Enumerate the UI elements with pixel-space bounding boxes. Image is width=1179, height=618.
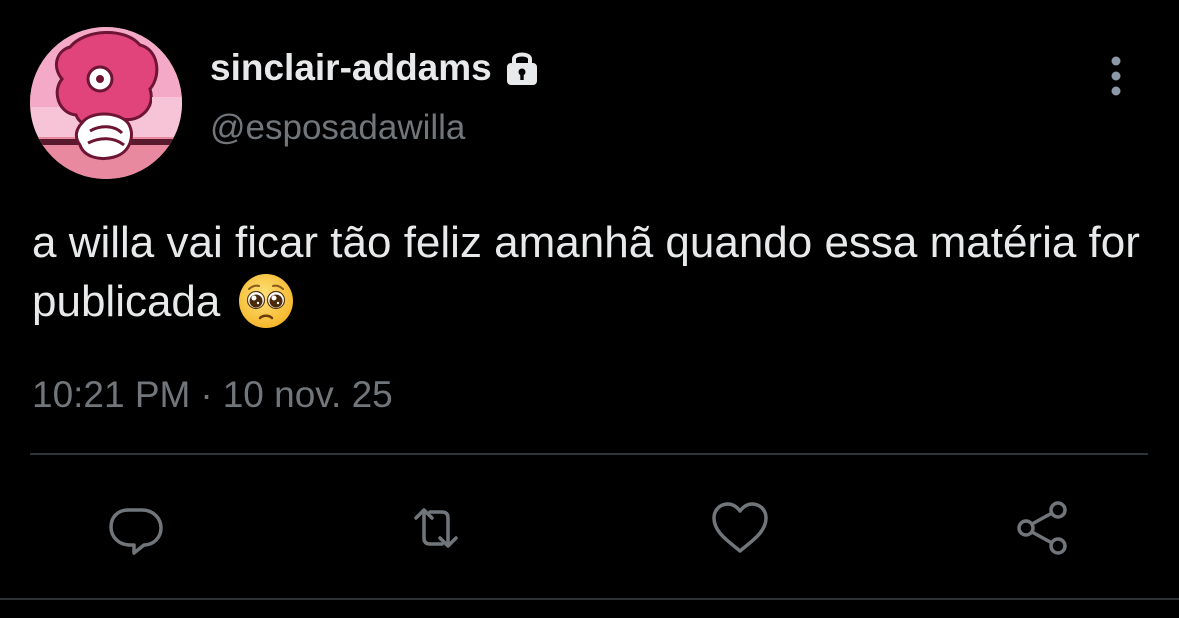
pleading-face-emoji — [237, 272, 295, 330]
action-bar — [0, 490, 1179, 560]
avatar[interactable] — [30, 27, 182, 179]
meta-separator: · — [200, 374, 213, 415]
tweet-text: a willa vai ficar tão feliz amanhã quand… — [32, 214, 1142, 331]
user-handle[interactable]: @esposadawilla — [210, 108, 465, 148]
tweet-text-content: a willa vai ficar tão feliz amanhã quand… — [32, 218, 1140, 326]
tweet-date: 10 nov. 25 — [222, 374, 393, 415]
reply-button[interactable] — [104, 496, 168, 560]
display-name[interactable]: sinclair-addams — [210, 47, 492, 89]
retweet-button[interactable] — [404, 496, 468, 560]
like-button[interactable] — [708, 496, 772, 560]
tweet-time: 10:21 PM — [32, 374, 191, 415]
more-options-icon[interactable] — [1098, 54, 1134, 98]
heart-icon — [708, 496, 772, 560]
avatar-image — [30, 27, 182, 179]
tweet-timestamp[interactable]: 10:21 PM · 10 nov. 25 — [32, 374, 393, 416]
retweet-icon — [404, 496, 468, 560]
share-icon — [1012, 496, 1076, 560]
reply-icon — [104, 496, 168, 560]
lock-icon — [502, 48, 542, 88]
share-button[interactable] — [1012, 496, 1076, 560]
divider — [30, 453, 1148, 455]
display-name-row: sinclair-addams — [210, 44, 542, 92]
divider-bottom — [0, 598, 1179, 600]
tweet: sinclair-addams @esposadawilla a willa v… — [0, 0, 1179, 618]
